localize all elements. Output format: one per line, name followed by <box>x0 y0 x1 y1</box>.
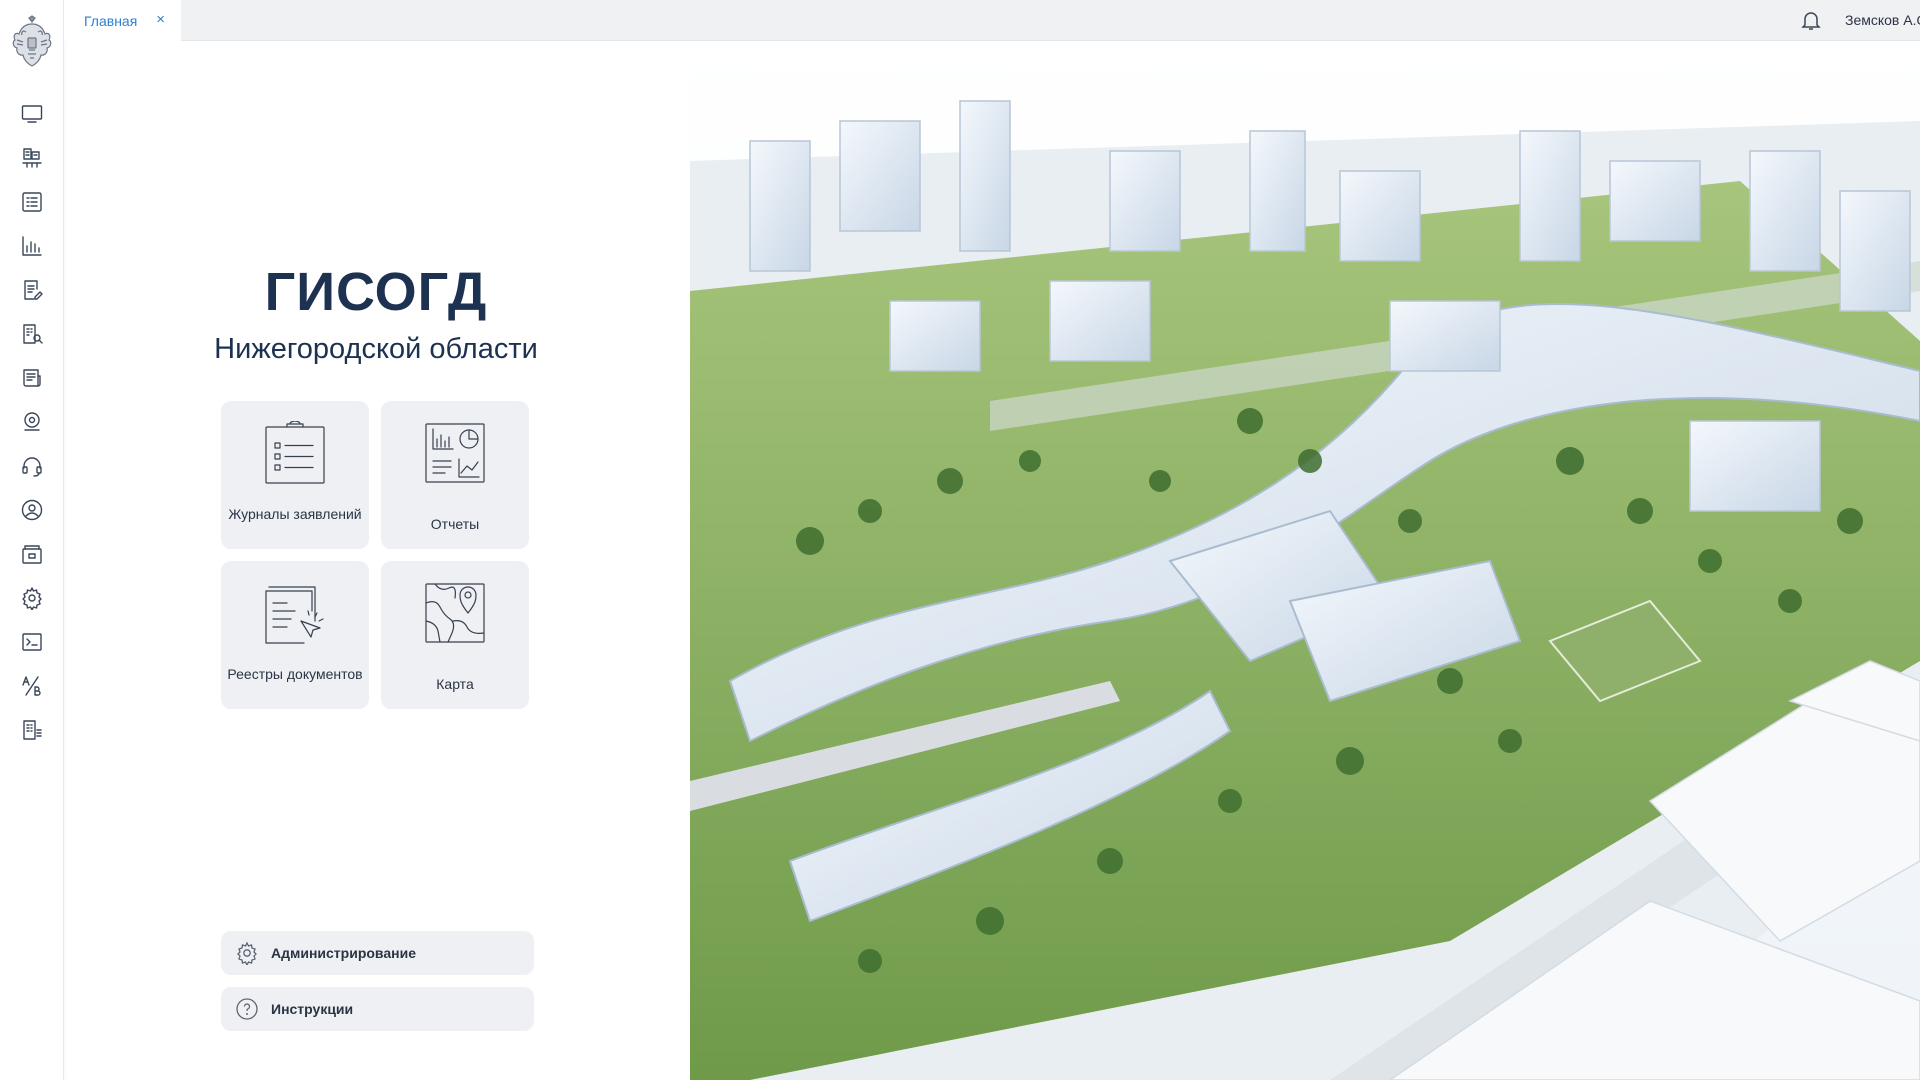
coat-of-arms-logo <box>9 14 55 70</box>
bell-icon[interactable] <box>1799 8 1823 32</box>
page-subtitle: Нижегородской области <box>214 333 538 365</box>
city-illustration <box>690 41 1920 1080</box>
tile-journals-label: Журналы заявлений <box>228 506 362 522</box>
administration-label: Администрирование <box>271 945 416 961</box>
translate-icon[interactable] <box>20 674 44 698</box>
sidebar <box>0 0 64 1080</box>
report-charts-icon <box>425 423 485 483</box>
checklist-icon[interactable] <box>20 190 44 214</box>
instructions-button[interactable]: Инструкции <box>221 987 534 1031</box>
city-network-icon[interactable] <box>20 146 44 170</box>
user-name[interactable]: Земсков А.О. <box>1845 12 1920 28</box>
gear-icon[interactable] <box>20 586 44 610</box>
gear-icon <box>237 941 257 965</box>
instructions-label: Инструкции <box>271 1001 354 1017</box>
top-bar: Главная × Земсков А.О. <box>64 0 1920 41</box>
clipboard-list-icon <box>265 421 325 484</box>
tile-map[interactable]: Карта <box>381 561 529 709</box>
tab-home[interactable]: Главная × <box>64 0 181 41</box>
headset-icon[interactable] <box>20 454 44 478</box>
news-icon[interactable] <box>20 366 44 390</box>
building-list-icon[interactable] <box>20 718 44 742</box>
tile-reports[interactable]: Отчеты <box>381 401 529 549</box>
tile-map-label: Карта <box>436 676 474 692</box>
tile-registries-label: Реестры документов <box>227 666 363 682</box>
tab-home-label: Главная <box>84 12 138 29</box>
help-circle-icon <box>236 998 258 1020</box>
administration-button[interactable]: Администрирование <box>221 931 534 975</box>
page-title: ГИСОГД <box>264 262 488 322</box>
document-registry-icon <box>265 586 324 644</box>
tile-registries[interactable]: Реестры документов <box>221 561 369 709</box>
tile-journals[interactable]: Журналы заявлений <box>221 401 369 549</box>
user-circle-icon[interactable] <box>20 498 44 522</box>
location-icon[interactable] <box>20 410 44 434</box>
monitor-icon[interactable] <box>20 102 44 126</box>
tile-reports-label: Отчеты <box>430 516 480 532</box>
building-search-icon[interactable] <box>20 322 44 346</box>
terminal-icon[interactable] <box>20 630 44 654</box>
archive-icon[interactable] <box>20 542 44 566</box>
map-pin-icon <box>425 583 485 643</box>
document-edit-icon[interactable] <box>20 278 44 302</box>
tab-close-button[interactable]: × <box>156 12 165 28</box>
bar-chart-icon[interactable] <box>20 234 44 258</box>
